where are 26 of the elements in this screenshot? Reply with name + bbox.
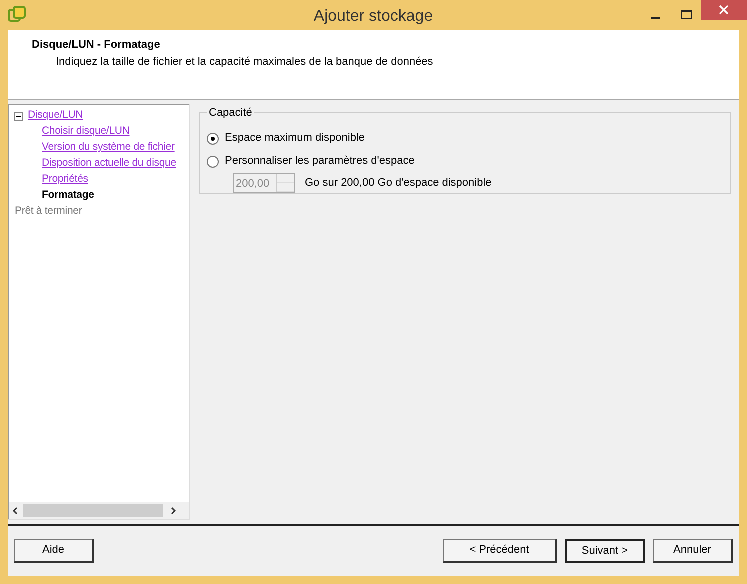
app-icon <box>8 6 26 24</box>
page-title: Disque/LUN - Formatage <box>32 38 162 53</box>
step-link[interactable]: Disque/LUN <box>28 108 84 124</box>
radio-button[interactable] <box>207 156 219 168</box>
wizard-button[interactable]: Suivant > <box>565 539 645 563</box>
help-button[interactable]: Aide <box>14 539 94 563</box>
wizard-button[interactable]: Annuler <box>653 539 733 563</box>
collapse-icon[interactable] <box>14 112 23 120</box>
page-subtitle: Indiquez la taille de fichier et la capacité maximales de la banque de données <box>55 54 434 70</box>
step-link[interactable]: Disposition actuelle du disque <box>42 156 176 172</box>
maximize-button[interactable] <box>680 10 692 20</box>
group-legend: Capacité <box>207 105 254 122</box>
step-link[interactable]: Choisir disque/LUN <box>42 124 130 140</box>
radio-button[interactable] <box>207 132 219 144</box>
size-note: Go sur 200,00 Go d'espace disponible <box>305 176 492 191</box>
radio-label: Espace maximum disponible <box>225 131 366 146</box>
close-icon <box>719 5 729 15</box>
step-link[interactable]: Version du système de fichier <box>42 140 175 156</box>
close-button[interactable] <box>701 0 747 20</box>
step-item: Prêt à terminer <box>15 204 82 220</box>
step-item: Formatage <box>42 188 94 204</box>
scroll-thumb[interactable] <box>23 504 163 517</box>
window-title: Ajouter stockage <box>314 7 434 27</box>
step-link[interactable]: Propriétés <box>42 172 88 188</box>
radio-label: Personnaliser les paramètres d'espace <box>225 154 415 170</box>
wizard-button[interactable]: < Précédent <box>443 539 557 563</box>
